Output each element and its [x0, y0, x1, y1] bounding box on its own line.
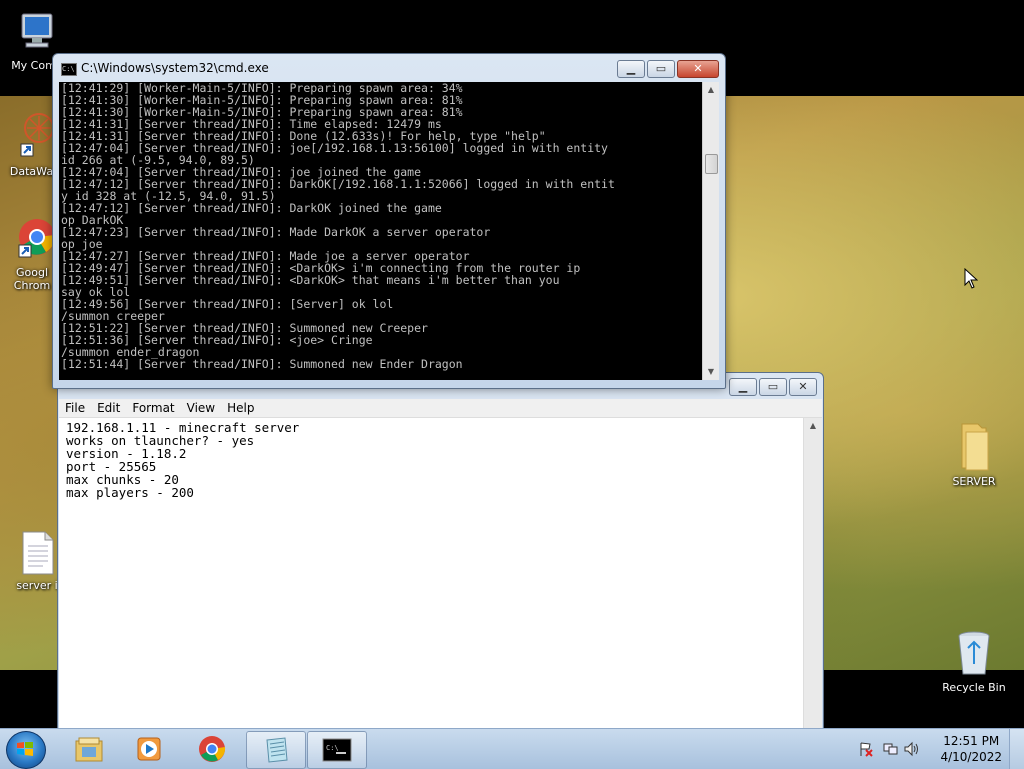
- taskbar: C:\ 12:51 PM 4/10/2022: [0, 728, 1024, 769]
- close-button[interactable]: ✕: [677, 60, 719, 78]
- notepad-text-area[interactable]: 192.168.1.11 - minecraft server works on…: [59, 418, 803, 729]
- system-tray: 12:51 PM 4/10/2022: [854, 729, 1024, 769]
- desktop-icon-label: Googl Chrom: [13, 266, 51, 292]
- clock-date: 4/10/2022: [940, 750, 1002, 764]
- media-player-icon: [137, 737, 161, 761]
- mouse-cursor-icon: [964, 267, 979, 293]
- folder-icon: [939, 420, 1009, 475]
- scroll-thumb[interactable]: [705, 154, 718, 174]
- maximize-button[interactable]: ▭: [647, 60, 675, 78]
- notepad-icon: [266, 737, 288, 763]
- explorer-icon: [75, 737, 103, 762]
- notepad-window[interactable]: ▁ ▭ ✕ File Edit Format View Help 192.168.1.1…: [57, 372, 824, 730]
- cmd-window-title: C:\Windows\system32\cmd.exe: [81, 61, 269, 75]
- console-line: [12:49:51] [Server thread/INFO]: <DarkOK…: [61, 273, 560, 287]
- minimize-button[interactable]: ▁: [617, 60, 645, 78]
- close-button[interactable]: ✕: [789, 378, 817, 396]
- menu-file[interactable]: File: [59, 399, 91, 417]
- cmd-scrollbar[interactable]: ▲ ▼: [702, 82, 719, 380]
- desktop-icon-recycle-bin[interactable]: Recycle Bin: [939, 628, 1009, 694]
- desktop-icon-label: SERVER: [952, 475, 996, 488]
- show-desktop-button[interactable]: [1009, 729, 1024, 769]
- notepad-scrollbar[interactable]: ▲: [803, 418, 822, 729]
- system-clock[interactable]: 12:51 PM 4/10/2022: [940, 733, 1002, 765]
- console-output[interactable]: [12:41:29] [Worker-Main-5/INFO]: Prepari…: [59, 82, 707, 380]
- menu-edit[interactable]: Edit: [91, 399, 126, 417]
- volume-icon[interactable]: [904, 741, 920, 757]
- chrome-icon: [199, 736, 226, 762]
- notepad-menubar: File Edit Format View Help: [59, 399, 822, 418]
- menu-help[interactable]: Help: [221, 399, 260, 417]
- close-icon: ✕: [693, 62, 703, 75]
- clock-time: 12:51 PM: [943, 734, 1000, 748]
- taskbar-chrome-button[interactable]: [183, 731, 241, 767]
- scroll-up-arrow-icon[interactable]: ▲: [703, 82, 719, 98]
- windows-logo-icon: [17, 742, 33, 756]
- recycle-bin-icon: [939, 628, 1009, 681]
- minimize-icon: ▁: [738, 380, 748, 393]
- network-icon[interactable]: [882, 741, 898, 757]
- svg-text:C:\: C:\: [326, 744, 339, 752]
- console-line: [12:47:12] [Server thread/INFO]: DarkOK …: [61, 201, 442, 215]
- scroll-up-arrow-icon[interactable]: ▲: [804, 418, 822, 434]
- maximize-icon: ▭: [655, 62, 667, 75]
- scroll-down-arrow-icon[interactable]: ▼: [703, 364, 719, 380]
- minimize-button[interactable]: ▁: [729, 378, 757, 396]
- start-button[interactable]: [6, 731, 46, 769]
- cmd-window-icon: C:\: [61, 63, 77, 76]
- menu-format[interactable]: Format: [126, 399, 180, 417]
- desktop-icon-label: Recycle Bin: [942, 681, 1006, 694]
- desktop-icon-server-folder[interactable]: SERVER: [939, 420, 1009, 488]
- notepad-line: max players - 200: [66, 485, 194, 500]
- taskbar-cmd-button[interactable]: C:\: [307, 731, 367, 769]
- close-icon: ✕: [798, 380, 808, 393]
- taskbar-media-player-button[interactable]: [120, 731, 178, 767]
- maximize-button[interactable]: ▭: [759, 378, 787, 396]
- notepad-line: version - 1.18.2: [66, 446, 187, 461]
- cmd-window[interactable]: C:\ C:\Windows\system32\cmd.exe ▁ ▭ ✕ [1…: [52, 53, 726, 389]
- taskbar-notepad-button[interactable]: [246, 731, 306, 769]
- computer-icon: [2, 10, 72, 59]
- taskbar-explorer-button[interactable]: [60, 731, 118, 767]
- minimize-icon: ▁: [626, 62, 636, 75]
- console-line: [12:47:23] [Server thread/INFO]: Made Da…: [61, 225, 491, 239]
- action-center-flag-icon[interactable]: [858, 741, 874, 757]
- menu-view[interactable]: View: [181, 399, 221, 417]
- maximize-icon: ▭: [767, 380, 779, 393]
- console-line: [12:51:44] [Server thread/INFO]: Summone…: [61, 357, 463, 371]
- cmd-icon: C:\: [322, 738, 352, 762]
- cmd-titlebar[interactable]: C:\ C:\Windows\system32\cmd.exe ▁ ▭ ✕: [53, 54, 725, 82]
